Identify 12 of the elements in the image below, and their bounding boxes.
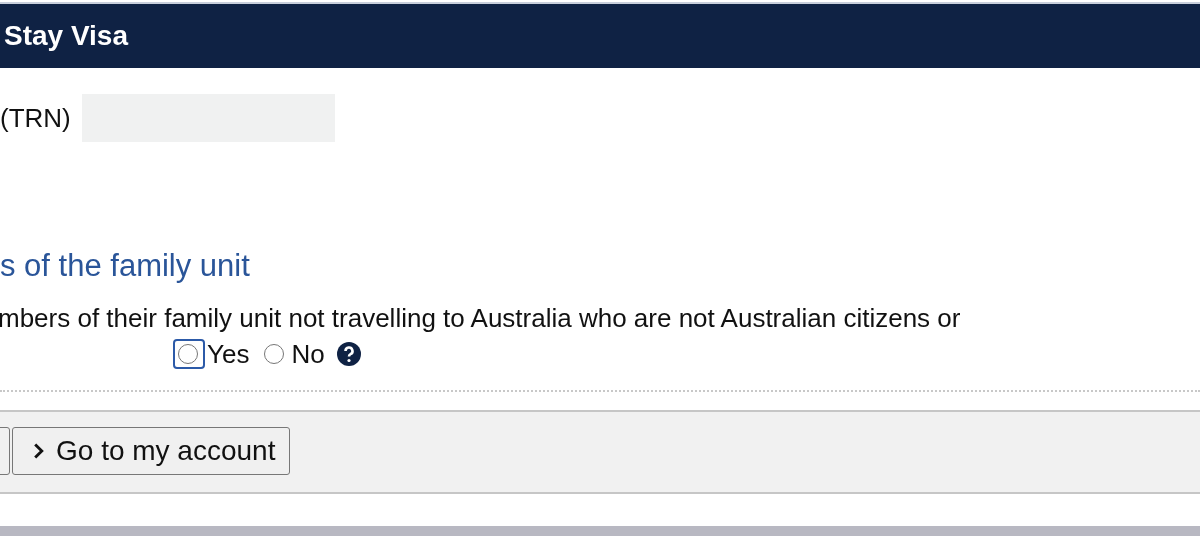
radio-button[interactable] xyxy=(264,344,285,364)
chevron-icon xyxy=(33,442,44,460)
radio-button[interactable] xyxy=(178,344,198,364)
option-label: Yes xyxy=(207,338,250,370)
question-text: mbers of their family unit not travelling to Australia who are not Australian citizens or xyxy=(0,303,962,334)
button[interactable] xyxy=(0,427,10,475)
section-heading: s of the family unit xyxy=(0,248,251,284)
option-label: No xyxy=(291,338,325,370)
help-icon[interactable] xyxy=(336,342,361,366)
field-label: (TRN) xyxy=(0,102,72,134)
page-title: Stay Visa xyxy=(4,20,129,52)
account-button[interactable]: Go to my account xyxy=(12,427,291,475)
